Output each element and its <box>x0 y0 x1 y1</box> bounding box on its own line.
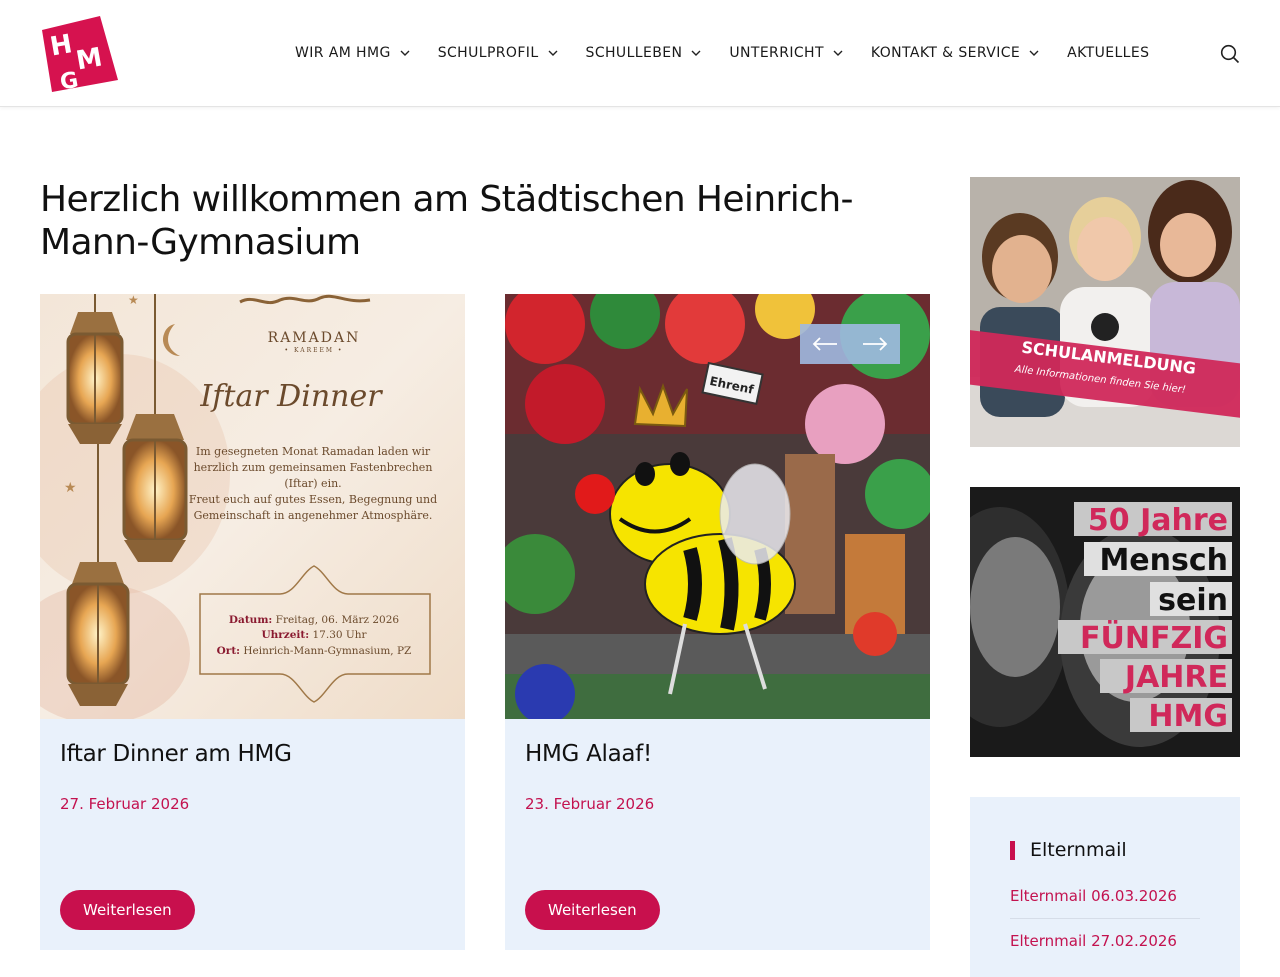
post-title[interactable]: HMG Alaaf! <box>525 741 652 767</box>
nav-unterricht[interactable]: UNTERRICHT <box>729 45 844 61</box>
arrow-right-icon[interactable] <box>850 324 900 364</box>
post-date: 27. Februar 2026 <box>60 795 190 813</box>
schulanmeldung-banner[interactable]: SCHULANMELDUNG Alle Informationen finden… <box>970 177 1240 447</box>
poster-heading: Iftar Dinner <box>199 379 383 414</box>
nav-schulleben[interactable]: SCHULLEBEN <box>586 45 703 61</box>
elternmail-heading-text: Elternmail <box>1030 839 1127 861</box>
search-icon[interactable] <box>1219 43 1241 65</box>
heading-accent-bar <box>1010 840 1015 860</box>
banner-line: JAHRE <box>1123 660 1228 695</box>
read-more-button[interactable]: Weiterlesen <box>525 890 660 930</box>
nav-label: UNTERRICHT <box>729 45 824 61</box>
banner-line: HMG <box>1148 699 1228 734</box>
banner-line: FÜNFZIG <box>1080 619 1228 656</box>
nav-label: AKTUELLES <box>1067 45 1150 61</box>
chevron-down-icon <box>1029 50 1039 56</box>
nav-label: WIR AM HMG <box>295 45 391 61</box>
post-date: 23. Februar 2026 <box>525 795 655 813</box>
post-card-alaaf: Ehrenf HMG Alaaf! 23. Februar 2026 Weite… <box>505 294 930 950</box>
nav-aktuelles[interactable]: AKTUELLES <box>1067 45 1149 61</box>
site-header: H M G WIR AM HMG SCHULPROFIL SCHULLEBEN … <box>0 0 1280 107</box>
chevron-down-icon <box>833 50 843 56</box>
page-title: Herzlich willkommen am Städtischen Heinr… <box>40 179 854 263</box>
poster-body-line: Gemeinschaft in angenehmer Atmosphäre. <box>194 509 433 522</box>
elternmail-widget: Elternmail Elternmail 06.03.2026 Elternm… <box>970 797 1240 977</box>
poster-kareem: • KAREEM • <box>285 347 344 354</box>
post-image-alaaf[interactable]: Ehrenf <box>505 294 930 719</box>
poster-ramadan: RAMADAN <box>268 330 361 346</box>
chevron-down-icon <box>400 50 410 56</box>
nav-kontakt-service[interactable]: KONTAKT & SERVICE <box>871 45 1040 61</box>
elternmail-link[interactable]: Elternmail 06.03.2026 <box>1010 887 1177 905</box>
poster-body-line: Freut euch auf gutes Essen, Begegnung un… <box>189 493 437 506</box>
poster-detail-place: Ort: Heinrich-Mann-Gymnasium, PZ <box>217 645 412 657</box>
banner-line: sein <box>1158 583 1228 618</box>
poster-detail-date: Datum: Freitag, 06. März 2026 <box>229 614 399 626</box>
nav-label: SCHULPROFIL <box>437 45 539 61</box>
nav-label: KONTAKT & SERVICE <box>870 45 1021 61</box>
elternmail-heading: Elternmail <box>1010 839 1127 861</box>
poster-body-line: herzlich zum gemeinsamen Fastenbrechen <box>194 461 433 474</box>
elternmail-link[interactable]: Elternmail 27.02.2026 <box>1010 932 1177 950</box>
main-nav: WIR AM HMG SCHULPROFIL SCHULLEBEN UNTERR… <box>295 42 1176 64</box>
slider-controls <box>800 324 900 364</box>
poster-body-line: Im gesegneten Monat Ramadan laden wir <box>196 445 431 458</box>
post-title[interactable]: Iftar Dinner am HMG <box>60 741 292 767</box>
hmg-logo[interactable]: H M G <box>40 14 120 92</box>
poster-body-line: (Iftar) ein. <box>284 477 341 490</box>
star-icon: ★ <box>128 294 139 307</box>
poster-detail-time: Uhrzeit: 17.30 Uhr <box>261 629 367 641</box>
svg-text:M: M <box>74 42 105 76</box>
chevron-down-icon <box>691 50 701 56</box>
divider <box>1010 918 1200 919</box>
banner-line: 50 Jahre <box>1088 503 1228 538</box>
nav-wir-am-hmg[interactable]: WIR AM HMG <box>295 45 411 61</box>
fuenfzig-jahre-banner[interactable]: 50 Jahre Mensch sein FÜNFZIG JAHRE HMG <box>970 487 1240 757</box>
star-icon: ★ <box>64 480 77 496</box>
iftar-poster: ★ ★ RAMADAN • KAREEM • Iftar Dinner Im g… <box>40 294 465 719</box>
read-more-button[interactable]: Weiterlesen <box>60 890 195 930</box>
nav-schulprofil[interactable]: SCHULPROFIL <box>438 45 559 61</box>
post-image-iftar[interactable]: ★ ★ RAMADAN • KAREEM • Iftar Dinner Im g… <box>40 294 465 719</box>
arrow-left-icon[interactable] <box>800 324 850 364</box>
nav-label: SCHULLEBEN <box>585 45 683 61</box>
banner-line: Mensch <box>1099 543 1228 578</box>
chevron-down-icon <box>548 50 558 56</box>
post-card-iftar: ★ ★ RAMADAN • KAREEM • Iftar Dinner Im g… <box>40 294 465 950</box>
